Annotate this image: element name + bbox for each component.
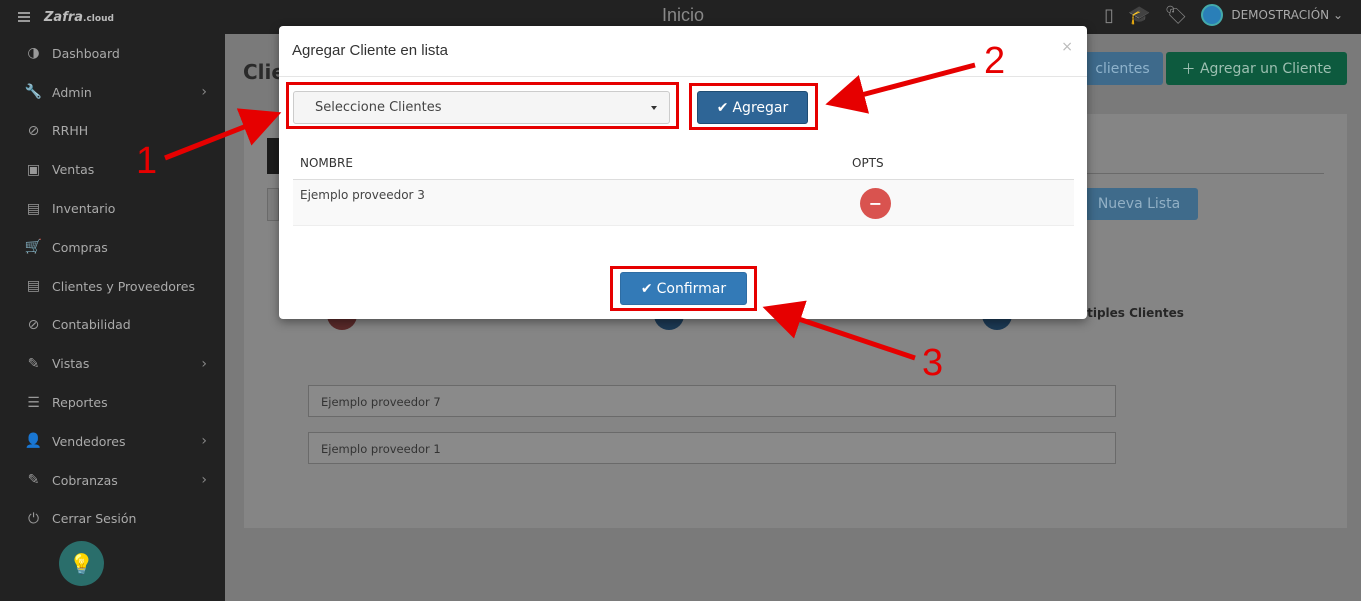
add-client-button: ＋ Agregar un Cliente	[1166, 52, 1347, 85]
money-icon: ▣	[26, 161, 41, 178]
paperclip-icon: ⊘	[27, 316, 40, 333]
power-icon: ⏻	[27, 510, 40, 527]
chevron-right-icon: ›	[201, 355, 207, 372]
column-header-opts: OPTS	[852, 156, 884, 170]
modal-header: Agregar Cliente en lista ×	[279, 26, 1087, 77]
logo: Zafra.cloud	[44, 9, 114, 25]
table-row: Ejemplo proveedor 3 −	[293, 180, 1074, 226]
sidebar-item-label: Cobranzas	[52, 472, 118, 488]
sidebar-item-compras[interactable]: 🛒 Compras	[0, 228, 225, 267]
chevron-right-icon: ›	[201, 433, 207, 450]
book-icon: ▤	[26, 278, 41, 295]
sidebar-item-contabilidad[interactable]: ⊘ Contabilidad	[0, 306, 225, 345]
client-name-cell: Ejemplo proveedor 3	[300, 188, 425, 202]
client-field: Ejemplo proveedor 1	[308, 432, 1116, 464]
list-icon: ☰	[27, 394, 40, 411]
sidebar-item-label: Contabilidad	[52, 317, 131, 333]
avatar[interactable]	[1201, 4, 1224, 26]
sidebar-item-label: Inventario	[52, 201, 116, 217]
chevron-right-icon: ›	[201, 84, 207, 101]
sidebar-item-label: Reportes	[52, 395, 108, 411]
clients-button: clientes	[1082, 52, 1163, 85]
user-menu[interactable]: DEMOSTRACIÓN ⌄	[1231, 8, 1343, 22]
sidebar-item-label: Cerrar Sesión	[52, 511, 137, 527]
wrench-icon: 🔧	[24, 84, 43, 101]
modal-title: Agregar Cliente en lista	[292, 42, 448, 59]
sidebar-item-ventas[interactable]: ▣ Ventas	[0, 150, 225, 189]
sidebar-item-reportes[interactable]: ☰ Reportes	[0, 383, 225, 422]
annotation-number-3: 3	[922, 342, 944, 384]
book-icon: ▤	[26, 200, 41, 217]
graduation-cap-icon[interactable]: 🎓	[1128, 5, 1150, 26]
edit-icon: ✎	[27, 472, 40, 489]
paperclip-icon: ⊘	[27, 122, 40, 139]
sidebar-item-label: Ventas	[52, 162, 95, 178]
annotation-number-2: 2	[984, 40, 1006, 82]
sidebar-item-rrhh[interactable]: ⊘ RRHH	[0, 112, 225, 151]
close-icon[interactable]: ×	[1061, 39, 1073, 55]
column-header-name: NOMBRE	[300, 156, 353, 170]
sidebar-menu: ◑ Dashboard 🔧 Admin › ⊘ RRHH ▣ Ventas ▤ Inventario…	[0, 34, 225, 538]
dashboard-icon: ◑	[27, 45, 40, 62]
sidebar-item-vistas[interactable]: ✎ Vistas ›	[0, 344, 225, 383]
new-list-button: Nueva Lista	[1080, 188, 1198, 220]
lightbulb-icon[interactable]: 💡	[59, 541, 104, 586]
annotation-box-2	[689, 83, 818, 130]
sidebar-item-label: Compras	[52, 239, 108, 255]
sidebar-item-dashboard[interactable]: ◑ Dashboard	[0, 34, 225, 73]
sidebar-item-vendedores[interactable]: 👤 Vendedores ›	[0, 422, 225, 461]
cart-icon: 🛒	[24, 239, 43, 256]
tags-icon[interactable]: 🏷	[1165, 5, 1188, 26]
client-field: Ejemplo proveedor 7	[308, 385, 1116, 417]
sidebar-item-label: Vistas	[52, 356, 90, 372]
annotation-box-1	[286, 82, 679, 129]
user-icon: 👤	[24, 433, 43, 450]
sidebar-header: Zafra.cloud	[0, 0, 225, 34]
chevron-right-icon: ›	[201, 472, 207, 489]
remove-client-button[interactable]: −	[860, 188, 891, 219]
page-header-title: Inicio	[662, 5, 705, 25]
edit-icon: ✎	[27, 355, 40, 372]
sidebar-item-admin[interactable]: 🔧 Admin ›	[0, 73, 225, 112]
sidebar-item-cobranzas[interactable]: ✎ Cobranzas ›	[0, 461, 225, 500]
sidebar-item-label: Vendedores	[52, 433, 126, 449]
sidebar-item-label: RRHH	[52, 123, 89, 139]
sidebar: Zafra.cloud ◑ Dashboard 🔧 Admin › ⊘ RRHH ▣ Venta…	[0, 0, 225, 601]
topbar-icons: ▯ 🎓 🏷 DEMOSTRACIÓN ⌄	[1104, 4, 1343, 26]
sidebar-item-inventario[interactable]: ▤ Inventario	[0, 189, 225, 228]
sidebar-item-clientes-y-proveedores[interactable]: ▤ Clientes y Proveedores	[0, 267, 225, 306]
sidebar-item-label: Clientes y Proveedores	[52, 278, 195, 294]
list-name-input	[267, 188, 279, 221]
sidebar-item-label: Dashboard	[52, 45, 120, 61]
divider	[1087, 173, 1324, 174]
sidebar-item-label: Admin	[52, 84, 92, 100]
annotation-number-1: 1	[136, 140, 158, 182]
multi-clients-label: ltiples Clientes	[1083, 306, 1184, 320]
sidebar-item-cerrar-sesi-n[interactable]: ⏻ Cerrar Sesión	[0, 500, 225, 539]
menu-collapse-icon[interactable]	[18, 12, 30, 22]
annotation-box-3	[610, 266, 757, 311]
mobile-icon[interactable]: ▯	[1104, 5, 1114, 26]
